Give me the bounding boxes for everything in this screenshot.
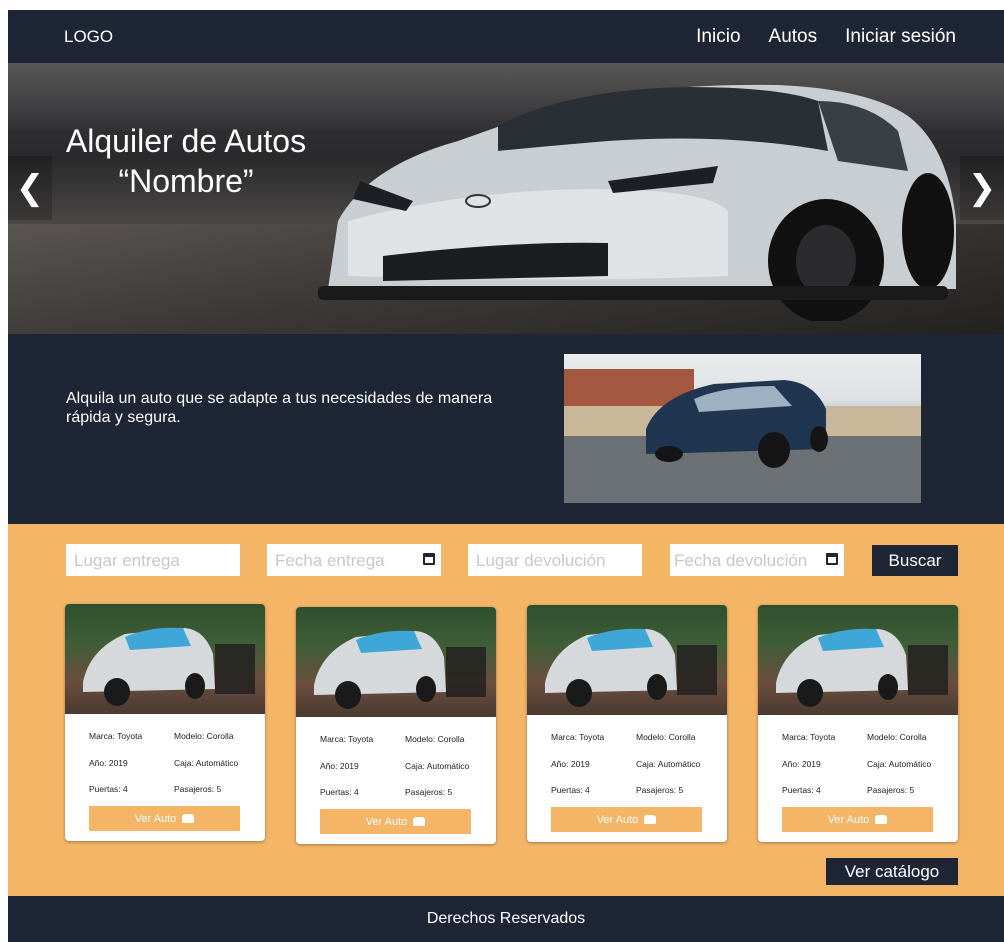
spec-puertas: Puertas: 4	[782, 785, 821, 795]
nav-links: Inicio Autos Iniciar sesión	[696, 26, 956, 48]
hero-car-image	[318, 84, 956, 321]
page: LOGO Inicio Autos Iniciar sesión Alquile…	[8, 10, 1004, 942]
pickup-date-input[interactable]: Fecha entrega	[267, 544, 441, 576]
search-button[interactable]: Buscar	[872, 545, 958, 576]
car-card: Marca: Toyota Modelo: Corolla Año: 2019 …	[758, 605, 958, 842]
ver-auto-label: Ver Auto	[827, 813, 870, 826]
ver-auto-button[interactable]: Ver Auto	[782, 807, 933, 832]
nav-link-inicio[interactable]: Inicio	[696, 26, 740, 48]
car-card-illustration	[83, 627, 255, 706]
ver-catalogo-button[interactable]: Ver catálogo	[826, 858, 958, 885]
spec-caja: Caja: Automático	[405, 761, 470, 771]
pickup-place-input[interactable]: Lugar entrega	[66, 544, 240, 576]
car-card-illustration	[314, 630, 486, 709]
spec-puertas: Puertas: 4	[320, 787, 359, 797]
spec-anio: Año: 2019	[782, 759, 821, 769]
car-icon	[413, 817, 426, 826]
spec-marca: Marca: Toyota	[551, 732, 605, 742]
car-card: Marca: Toyota Modelo: Corolla Año: 2019 …	[527, 605, 727, 842]
footer: Derechos Reservados	[8, 896, 1004, 942]
carousel-prev-button[interactable]: ❮	[8, 156, 52, 220]
carousel-next-button[interactable]: ❯	[960, 156, 1004, 220]
return-date-placeholder: Fecha devolución	[674, 551, 808, 570]
ver-auto-button[interactable]: Ver Auto	[320, 809, 471, 834]
ver-auto-label: Ver Auto	[365, 815, 408, 828]
ver-auto-button[interactable]: Ver Auto	[89, 806, 240, 831]
spec-pasajeros: Pasajeros: 5	[636, 785, 684, 795]
intro-section: Alquila un auto que se adapte a tus nece…	[8, 334, 1004, 524]
car-icon	[875, 815, 888, 824]
nav-link-autos[interactable]: Autos	[769, 26, 818, 48]
spec-puertas: Puertas: 4	[551, 785, 590, 795]
spec-modelo: Modelo: Corolla	[636, 732, 696, 742]
search-section: Lugar entrega Fecha entrega Lugar devolu…	[8, 524, 1004, 896]
return-date-input[interactable]: Fecha devolución	[670, 544, 844, 576]
spec-anio: Año: 2019	[89, 758, 128, 768]
pickup-place-placeholder: Lugar entrega	[74, 551, 180, 570]
pickup-date-placeholder: Fecha entrega	[275, 551, 385, 570]
navbar: LOGO Inicio Autos Iniciar sesión	[8, 10, 1004, 63]
intro-car-illustration	[564, 369, 921, 503]
spec-modelo: Modelo: Corolla	[174, 731, 234, 741]
logo[interactable]: LOGO	[64, 27, 113, 47]
ver-auto-label: Ver Auto	[134, 812, 177, 825]
intro-car-image	[564, 354, 921, 503]
calendar-icon[interactable]	[826, 553, 838, 565]
spec-anio: Año: 2019	[320, 761, 359, 771]
nav-link-iniciar-sesion[interactable]: Iniciar sesión	[845, 26, 956, 48]
spec-caja: Caja: Automático	[174, 758, 239, 768]
spec-modelo: Modelo: Corolla	[405, 734, 465, 744]
spec-marca: Marca: Toyota	[782, 732, 836, 742]
spec-pasajeros: Pasajeros: 5	[174, 784, 222, 794]
chevron-right-icon: ❯	[967, 169, 997, 207]
hero-title-line-1: Alquiler de Autos	[65, 123, 307, 159]
return-place-input[interactable]: Lugar devolución	[468, 544, 642, 576]
spec-caja: Caja: Automático	[867, 759, 932, 769]
intro-text: Alquila un auto que se adapte a tus nece…	[66, 390, 493, 426]
spec-anio: Año: 2019	[551, 759, 590, 769]
car-card: Marca: Toyota Modelo: Corolla Año: 2019 …	[65, 604, 265, 841]
car-card-image	[65, 604, 265, 714]
car-card-image	[527, 605, 727, 715]
chevron-left-icon: ❮	[15, 169, 45, 207]
car-card-illustration	[545, 628, 717, 707]
car-card-image	[296, 607, 496, 717]
car-card-illustration	[776, 628, 948, 707]
spec-modelo: Modelo: Corolla	[867, 732, 927, 742]
car-icon	[182, 814, 195, 823]
calendar-icon[interactable]	[423, 553, 435, 565]
car-card-image	[758, 605, 958, 715]
spec-marca: Marca: Toyota	[89, 731, 143, 741]
hero-carousel: Alquiler de Autos “Nombre” ❮ ❯	[8, 63, 1004, 334]
car-icon	[644, 815, 657, 824]
ver-auto-label: Ver Auto	[596, 813, 639, 826]
spec-caja: Caja: Automático	[636, 759, 701, 769]
return-place-placeholder: Lugar devolución	[476, 551, 606, 570]
hero-title: Alquiler de Autos “Nombre”	[56, 121, 316, 201]
footer-text: Derechos Reservados	[426, 910, 586, 927]
car-card: Marca: Toyota Modelo: Corolla Año: 2019 …	[296, 607, 496, 844]
hero-title-line-2: “Nombre”	[118, 163, 254, 199]
spec-marca: Marca: Toyota	[320, 734, 374, 744]
spec-puertas: Puertas: 4	[89, 784, 128, 794]
ver-auto-button[interactable]: Ver Auto	[551, 807, 702, 832]
spec-pasajeros: Pasajeros: 5	[867, 785, 915, 795]
spec-pasajeros: Pasajeros: 5	[405, 787, 453, 797]
